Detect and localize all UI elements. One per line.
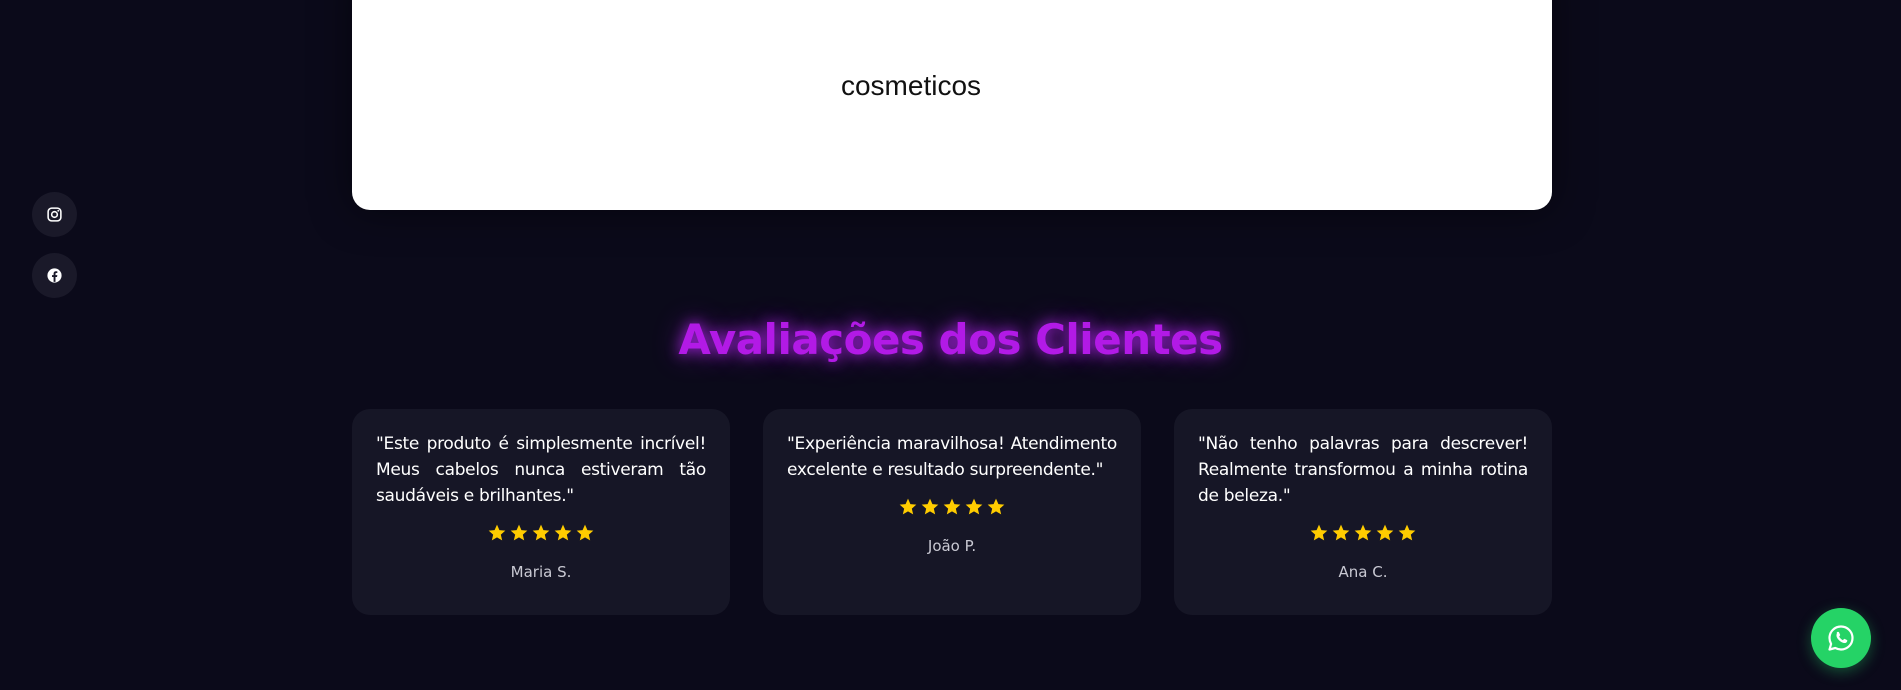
star-icon: [1354, 524, 1372, 541]
hero-subtitle: cosmeticos: [840, 70, 982, 101]
review-quote: "Experiência maravilhosa! Atendimento ex…: [787, 434, 1117, 480]
review-card: "Este produto é simplesmente incrível! M…: [352, 409, 730, 615]
star-icon: [943, 498, 961, 515]
whatsapp-icon: [1828, 625, 1854, 651]
rating-stars: [376, 523, 706, 547]
star-icon: [532, 524, 550, 541]
star-icon: [1398, 524, 1416, 541]
star-icon: [488, 524, 506, 541]
review-author: Maria S.: [510, 563, 572, 581]
star-icon: [554, 524, 572, 541]
star-icon: [510, 524, 528, 541]
instagram-icon: [47, 207, 62, 222]
reviews-list: "Este produto é simplesmente incrível! M…: [352, 409, 1552, 615]
review-quote: "Não tenho palavras para descrever! Real…: [1198, 434, 1528, 506]
star-icon: [987, 498, 1005, 515]
facebook-button[interactable]: [32, 253, 77, 298]
star-icon: [1310, 524, 1328, 541]
hero-card: cosmeticos: [352, 0, 1552, 210]
whatsapp-button[interactable]: [1811, 608, 1871, 668]
review-card: "Não tenho palavras para descrever! Real…: [1174, 409, 1552, 615]
review-author: João P.: [927, 537, 977, 555]
instagram-button[interactable]: [32, 192, 77, 237]
reviews-title: Avaliações dos Clientes: [678, 315, 1223, 364]
star-icon: [965, 498, 983, 515]
rating-stars: [1198, 523, 1528, 547]
review-card: "Experiência maravilhosa! Atendimento ex…: [763, 409, 1141, 615]
star-icon: [1376, 524, 1394, 541]
review-author: Ana C.: [1338, 563, 1388, 581]
star-icon: [1332, 524, 1350, 541]
facebook-icon: [47, 268, 62, 283]
review-quote: "Este produto é simplesmente incrível! M…: [376, 434, 706, 506]
star-icon: [899, 498, 917, 515]
rating-stars: [787, 497, 1117, 521]
star-icon: [921, 498, 939, 515]
star-icon: [576, 524, 594, 541]
